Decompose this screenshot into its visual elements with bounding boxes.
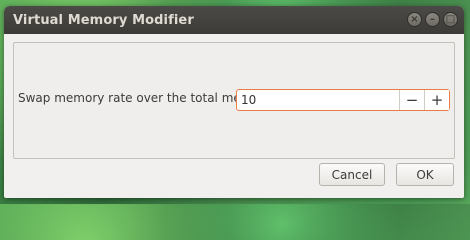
content-frame: Swap memory rate over the total memory: … [13,42,455,159]
close-window-button[interactable]: × [407,12,422,27]
cancel-button[interactable]: Cancel [319,163,385,186]
window-title: Virtual Memory Modifier [13,12,194,28]
minimize-window-button[interactable]: – [425,12,440,27]
swap-rate-input[interactable] [237,90,399,110]
dialog-window: Virtual Memory Modifier × – □ Swap memor… [4,6,464,198]
titlebar[interactable]: Virtual Memory Modifier × – □ [4,6,464,34]
window-controls: × – □ [407,12,458,27]
swap-rate-spinner: − + [236,89,450,111]
increment-button[interactable]: + [424,90,449,110]
decrement-button[interactable]: − [399,90,424,110]
maximize-window-button[interactable]: □ [443,12,458,27]
dialog-actions: Cancel OK [319,163,454,186]
ok-button[interactable]: OK [396,163,454,186]
